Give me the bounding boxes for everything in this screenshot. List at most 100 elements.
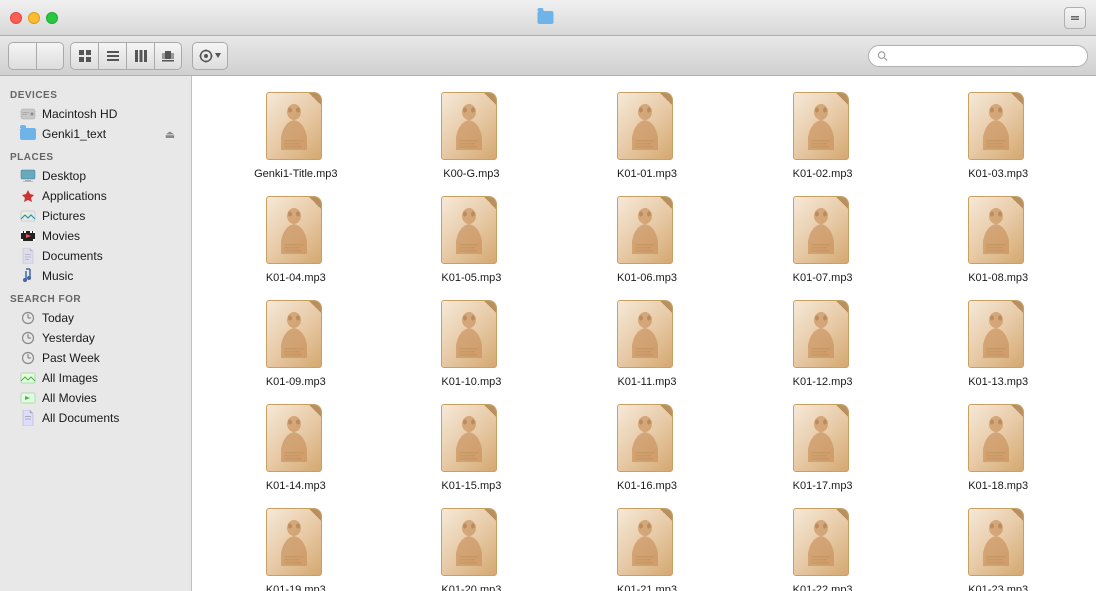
search-bar[interactable]	[868, 45, 1088, 67]
file-item[interactable]: K01-11.mp3	[559, 294, 735, 394]
sidebar-item-desktop[interactable]: Desktop	[4, 166, 187, 186]
mp3-icon-img	[441, 92, 497, 160]
file-label: K01-08.mp3	[968, 272, 1028, 284]
eject-button[interactable]: ⏏	[163, 127, 177, 141]
sidebar-item-movies[interactable]: Movies	[4, 226, 187, 246]
sidebar-item-label: Desktop	[42, 169, 86, 183]
devices-header: DEVICES	[0, 82, 191, 104]
back-button[interactable]	[8, 42, 36, 70]
icon-view-button[interactable]	[70, 42, 98, 70]
file-item[interactable]: K01-12.mp3	[735, 294, 911, 394]
sidebar-item-all-movies[interactable]: All Movies	[4, 388, 187, 408]
mp3-icon	[441, 404, 501, 476]
file-item[interactable]: K01-05.mp3	[384, 190, 560, 290]
sidebar-item-applications[interactable]: Applications	[4, 186, 187, 206]
file-item[interactable]: K01-01.mp3	[559, 86, 735, 186]
sidebar-item-all-documents[interactable]: All Documents	[4, 408, 187, 428]
file-label: K01-21.mp3	[617, 584, 677, 591]
file-item[interactable]: K01-19.mp3	[208, 502, 384, 591]
mp3-icon-img	[968, 404, 1024, 472]
file-item[interactable]: K01-21.mp3	[559, 502, 735, 591]
file-label: K01-01.mp3	[617, 168, 677, 180]
file-item[interactable]: K01-13.mp3	[910, 294, 1086, 394]
sidebar-item-label: Past Week	[42, 351, 100, 365]
mp3-icon-img	[441, 196, 497, 264]
list-view-button[interactable]	[98, 42, 126, 70]
mp3-icon-img	[266, 196, 322, 264]
sidebar-item-music[interactable]: Music	[4, 266, 187, 286]
file-item[interactable]: K01-23.mp3	[910, 502, 1086, 591]
file-item[interactable]: K01-18.mp3	[910, 398, 1086, 498]
search-input[interactable]	[892, 49, 1079, 63]
sidebar-item-label: Documents	[42, 249, 103, 263]
file-item[interactable]: K01-16.mp3	[559, 398, 735, 498]
file-item[interactable]: K01-09.mp3	[208, 294, 384, 394]
sidebar: DEVICES Macintosh HD Genki1_text ⏏ PLACE…	[0, 76, 192, 591]
file-item[interactable]: K01-07.mp3	[735, 190, 911, 290]
file-item[interactable]: K01-10.mp3	[384, 294, 560, 394]
mp3-icon	[968, 404, 1028, 476]
file-item[interactable]: K01-22.mp3	[735, 502, 911, 591]
places-header: PLACES	[0, 144, 191, 166]
mp3-icon	[266, 196, 326, 268]
file-item[interactable]: K01-03.mp3	[910, 86, 1086, 186]
expand-button[interactable]	[1064, 7, 1086, 29]
pictures-icon	[20, 208, 36, 224]
file-item[interactable]: K01-06.mp3	[559, 190, 735, 290]
mp3-icon-img	[617, 196, 673, 264]
mp3-icon-img	[617, 300, 673, 368]
sidebar-item-label: All Movies	[42, 391, 97, 405]
file-item[interactable]: K00-G.mp3	[384, 86, 560, 186]
sidebar-item-all-images[interactable]: All Images	[4, 368, 187, 388]
column-view-button[interactable]	[126, 42, 154, 70]
sidebar-item-label: Genki1_text	[42, 127, 106, 141]
file-label: K00-G.mp3	[443, 168, 499, 180]
mp3-icon	[617, 404, 677, 476]
mp3-icon	[441, 196, 501, 268]
mp3-icon-img	[266, 300, 322, 368]
mp3-icon	[617, 300, 677, 372]
sidebar-item-macintosh-hd[interactable]: Macintosh HD	[4, 104, 187, 124]
sidebar-item-documents[interactable]: Documents	[4, 246, 187, 266]
action-button[interactable]	[192, 42, 228, 70]
coverflow-view-button[interactable]	[154, 42, 182, 70]
mp3-icon-img	[793, 196, 849, 264]
sidebar-item-genki1-text[interactable]: Genki1_text ⏏	[4, 124, 187, 144]
mp3-icon	[266, 92, 326, 164]
forward-button[interactable]	[36, 42, 64, 70]
file-item[interactable]: K01-14.mp3	[208, 398, 384, 498]
mp3-icon-img	[968, 300, 1024, 368]
sidebar-item-yesterday[interactable]: Yesterday	[4, 328, 187, 348]
file-area[interactable]: Genki1-Title.mp3 K00-G.mp3	[192, 76, 1096, 591]
file-item[interactable]: K01-17.mp3	[735, 398, 911, 498]
file-label: K01-17.mp3	[793, 480, 853, 492]
minimize-button[interactable]	[28, 12, 40, 24]
sidebar-item-past-week[interactable]: Past Week	[4, 348, 187, 368]
file-label: K01-10.mp3	[441, 376, 501, 388]
maximize-button[interactable]	[46, 12, 58, 24]
mp3-icon-img	[617, 508, 673, 576]
file-item[interactable]: K01-08.mp3	[910, 190, 1086, 290]
mp3-icon-img	[968, 92, 1024, 160]
mp3-icon-img	[793, 404, 849, 472]
mp3-icon	[793, 404, 853, 476]
folder-icon	[538, 11, 554, 24]
file-item[interactable]: K01-15.mp3	[384, 398, 560, 498]
file-item[interactable]: K01-20.mp3	[384, 502, 560, 591]
all-documents-icon	[20, 410, 36, 426]
file-item[interactable]: Genki1-Title.mp3	[208, 86, 384, 186]
sidebar-item-label: All Images	[42, 371, 98, 385]
file-item[interactable]: K01-02.mp3	[735, 86, 911, 186]
sidebar-item-label: Music	[42, 269, 73, 283]
mp3-icon-img	[441, 404, 497, 472]
all-movies-icon	[20, 390, 36, 406]
sidebar-item-pictures[interactable]: Pictures	[4, 206, 187, 226]
file-item[interactable]: K01-04.mp3	[208, 190, 384, 290]
mp3-icon	[793, 508, 853, 580]
main-area: DEVICES Macintosh HD Genki1_text ⏏ PLACE…	[0, 76, 1096, 591]
close-button[interactable]	[10, 12, 22, 24]
file-grid: Genki1-Title.mp3 K00-G.mp3	[208, 86, 1086, 591]
sidebar-item-label: All Documents	[42, 411, 119, 425]
sidebar-item-today[interactable]: Today	[4, 308, 187, 328]
toolbar	[0, 36, 1096, 76]
